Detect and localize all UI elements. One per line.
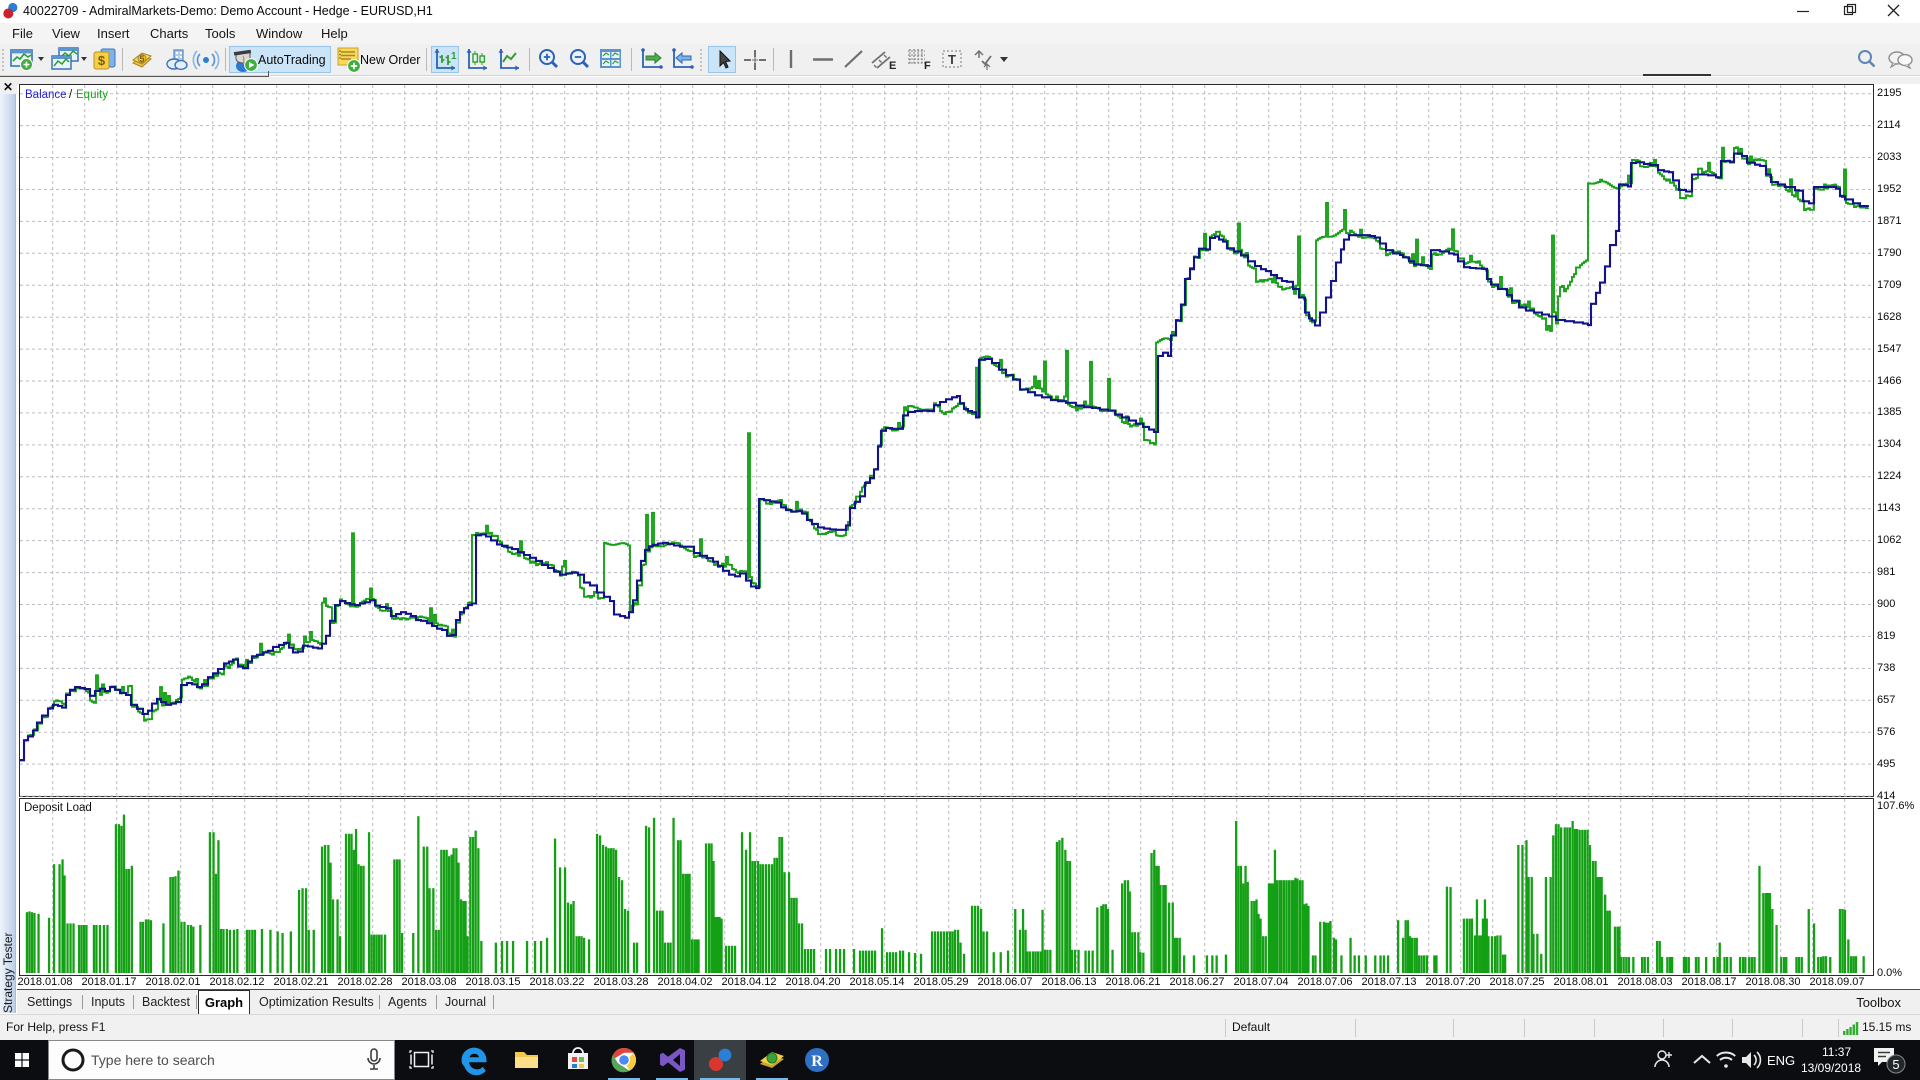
svg-text:E: E: [889, 60, 896, 72]
svg-text:Equity: Equity: [76, 89, 108, 101]
svg-text:Deposit Load: Deposit Load: [24, 802, 92, 814]
svg-text:F: F: [924, 60, 931, 72]
svg-text:$: $: [98, 53, 106, 68]
svg-text:5: 5: [1892, 1057, 1899, 1072]
svg-text:1: 1: [451, 51, 457, 62]
svg-text:T: T: [948, 52, 956, 67]
svg-text:Balance: Balance: [25, 89, 67, 101]
svg-text:5: 5: [139, 54, 144, 64]
svg-text:Strategy Tester: Strategy Tester: [1, 933, 15, 1013]
svg-text:R: R: [811, 1053, 823, 1070]
